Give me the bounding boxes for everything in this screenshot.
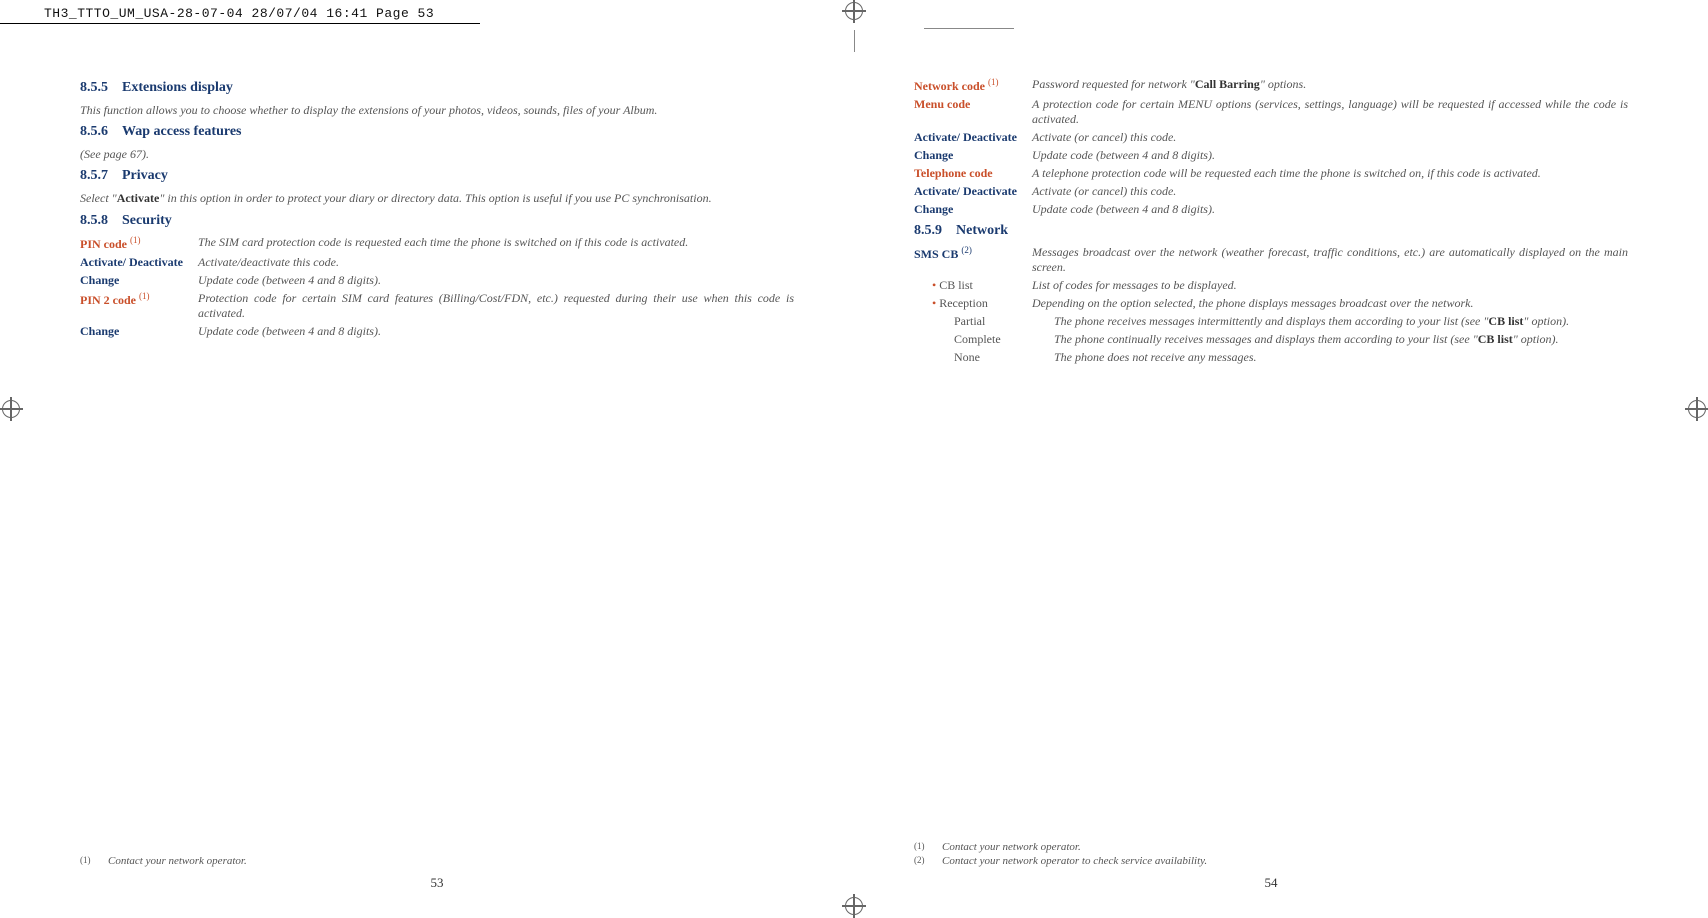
heading-num: 8.5.8 <box>80 213 108 228</box>
paragraph: Select "Activate" in this option in orde… <box>80 190 794 206</box>
footnote-text: Contact your network operator. <box>942 841 1628 853</box>
heading-title: Security <box>122 213 172 228</box>
paragraph: This function allows you to choose wheth… <box>80 102 794 118</box>
def-row-activate: Activate/ Deactivate Activate/deactivate… <box>80 255 794 270</box>
term-activate: Activate/ Deactivate <box>80 255 198 270</box>
crop-mark-icon <box>845 2 863 20</box>
def-text: Update code (between 4 and 8 digits). <box>198 324 794 339</box>
footnote: (1) Contact your network operator. <box>914 841 1628 853</box>
def-row-pin2: PIN 2 code (1) Protection code for certa… <box>80 291 794 321</box>
sub-cb-list: CB list List of codes for messages to be… <box>914 278 1628 293</box>
heading-num: 8.5.9 <box>914 223 942 238</box>
subterm-partial: Partial <box>914 314 1054 329</box>
term-activate: Activate/ Deactivate <box>914 184 1032 199</box>
def-text: Depending on the option selected, the ph… <box>1032 296 1628 311</box>
footnote-ref: (1) <box>914 841 942 853</box>
heading-num: 8.5.7 <box>80 168 108 183</box>
term-change: Change <box>80 273 198 288</box>
spread: 8.5.5 Extensions display This function al… <box>0 24 1708 901</box>
def-text: Update code (between 4 and 8 digits). <box>198 273 794 288</box>
def-text: Protection code for certain SIM card fea… <box>198 291 794 321</box>
heading-8-5-9: 8.5.9 Network <box>914 223 1628 239</box>
def-row-telephone-code: Telephone code A telephone protection co… <box>914 166 1628 181</box>
subterm-none: None <box>914 350 1054 365</box>
term-activate: Activate/ Deactivate <box>914 130 1032 145</box>
footnotes-right: (1) Contact your network operator. (2) C… <box>914 829 1628 869</box>
term-sms-cb: SMS CB (2) <box>914 245 1032 275</box>
def-row-activate3: Activate/ Deactivate Activate (or cancel… <box>914 184 1628 199</box>
subterm-complete: Complete <box>914 332 1054 347</box>
def-row-change3: Change Update code (between 4 and 8 digi… <box>914 148 1628 163</box>
term-menu-code: Menu code <box>914 97 1032 127</box>
heading-num: 8.5.6 <box>80 124 108 139</box>
sub-complete: Complete The phone continually receives … <box>914 332 1628 347</box>
footnote-ref: (2) <box>914 855 942 867</box>
footnote-ref: (1) <box>80 855 108 867</box>
def-row-network-code: Network code (1) Password requested for … <box>914 77 1628 94</box>
def-text: The phone receives messages intermittent… <box>1054 314 1628 329</box>
def-row-sms-cb: SMS CB (2) Messages broadcast over the n… <box>914 245 1628 275</box>
def-row-change4: Change Update code (between 4 and 8 digi… <box>914 202 1628 217</box>
def-text: Activate/deactivate this code. <box>198 255 794 270</box>
def-row-activate2: Activate/ Deactivate Activate (or cancel… <box>914 130 1628 145</box>
sub-none: None The phone does not receive any mess… <box>914 350 1628 365</box>
footnotes-left: (1) Contact your network operator. <box>80 843 794 869</box>
def-text: A telephone protection code will be requ… <box>1032 166 1628 181</box>
def-text: Update code (between 4 and 8 digits). <box>1032 148 1628 163</box>
def-text: The SIM card protection code is requeste… <box>198 235 794 252</box>
heading-8-5-5: 8.5.5 Extensions display <box>80 80 794 96</box>
heading-8-5-7: 8.5.7 Privacy <box>80 168 794 184</box>
term-change: Change <box>914 202 1032 217</box>
paragraph: (See page 67). <box>80 146 794 162</box>
term-change: Change <box>80 324 198 339</box>
footnote: (1) Contact your network operator. <box>80 855 794 867</box>
heading-8-5-6: 8.5.6 Wap access features <box>80 124 794 140</box>
page-number-right: 54 <box>914 869 1628 891</box>
heading-num: 8.5.5 <box>80 80 108 95</box>
subterm-cb-list: CB list <box>914 278 1032 293</box>
def-text: Update code (between 4 and 8 digits). <box>1032 202 1628 217</box>
footnote-text: Contact your network operator to check s… <box>942 855 1628 867</box>
def-text: Password requested for network "Call Bar… <box>1032 77 1628 94</box>
page-left: 8.5.5 Extensions display This function al… <box>0 24 854 901</box>
def-row-menu-code: Menu code A protection code for certain … <box>914 97 1628 127</box>
def-row-pin: PIN code (1) The SIM card protection cod… <box>80 235 794 252</box>
def-text: Messages broadcast over the network (wea… <box>1032 245 1628 275</box>
def-text: Activate (or cancel) this code. <box>1032 130 1628 145</box>
page-number-left: 53 <box>80 869 794 891</box>
def-row-change: Change Update code (between 4 and 8 digi… <box>80 273 794 288</box>
term-change: Change <box>914 148 1032 163</box>
def-text: The phone does not receive any messages. <box>1054 350 1628 365</box>
term-network-code: Network code (1) <box>914 77 1032 94</box>
page-left-content: 8.5.5 Extensions display This function al… <box>80 74 794 843</box>
def-text: A protection code for certain MENU optio… <box>1032 97 1628 127</box>
term-telephone-code: Telephone code <box>914 166 1032 181</box>
sub-partial: Partial The phone receives messages inte… <box>914 314 1628 329</box>
page-right-content: Network code (1) Password requested for … <box>914 74 1628 829</box>
term-pin2: PIN 2 code (1) <box>80 291 198 321</box>
footnote-text: Contact your network operator. <box>108 855 794 867</box>
def-text: The phone continually receives messages … <box>1054 332 1628 347</box>
heading-title: Network <box>956 223 1008 238</box>
sub-reception: Reception Depending on the option select… <box>914 296 1628 311</box>
def-row-change2: Change Update code (between 4 and 8 digi… <box>80 324 794 339</box>
page-right: Network code (1) Password requested for … <box>854 24 1708 901</box>
term-pin: PIN code (1) <box>80 235 198 252</box>
heading-title: Privacy <box>122 168 168 183</box>
footnote: (2) Contact your network operator to che… <box>914 855 1628 867</box>
heading-8-5-8: 8.5.8 Security <box>80 213 794 229</box>
def-text: List of codes for messages to be display… <box>1032 278 1628 293</box>
heading-title: Wap access features <box>122 124 242 139</box>
subterm-reception: Reception <box>914 296 1032 311</box>
def-text: Activate (or cancel) this code. <box>1032 184 1628 199</box>
heading-title: Extensions display <box>122 80 233 95</box>
